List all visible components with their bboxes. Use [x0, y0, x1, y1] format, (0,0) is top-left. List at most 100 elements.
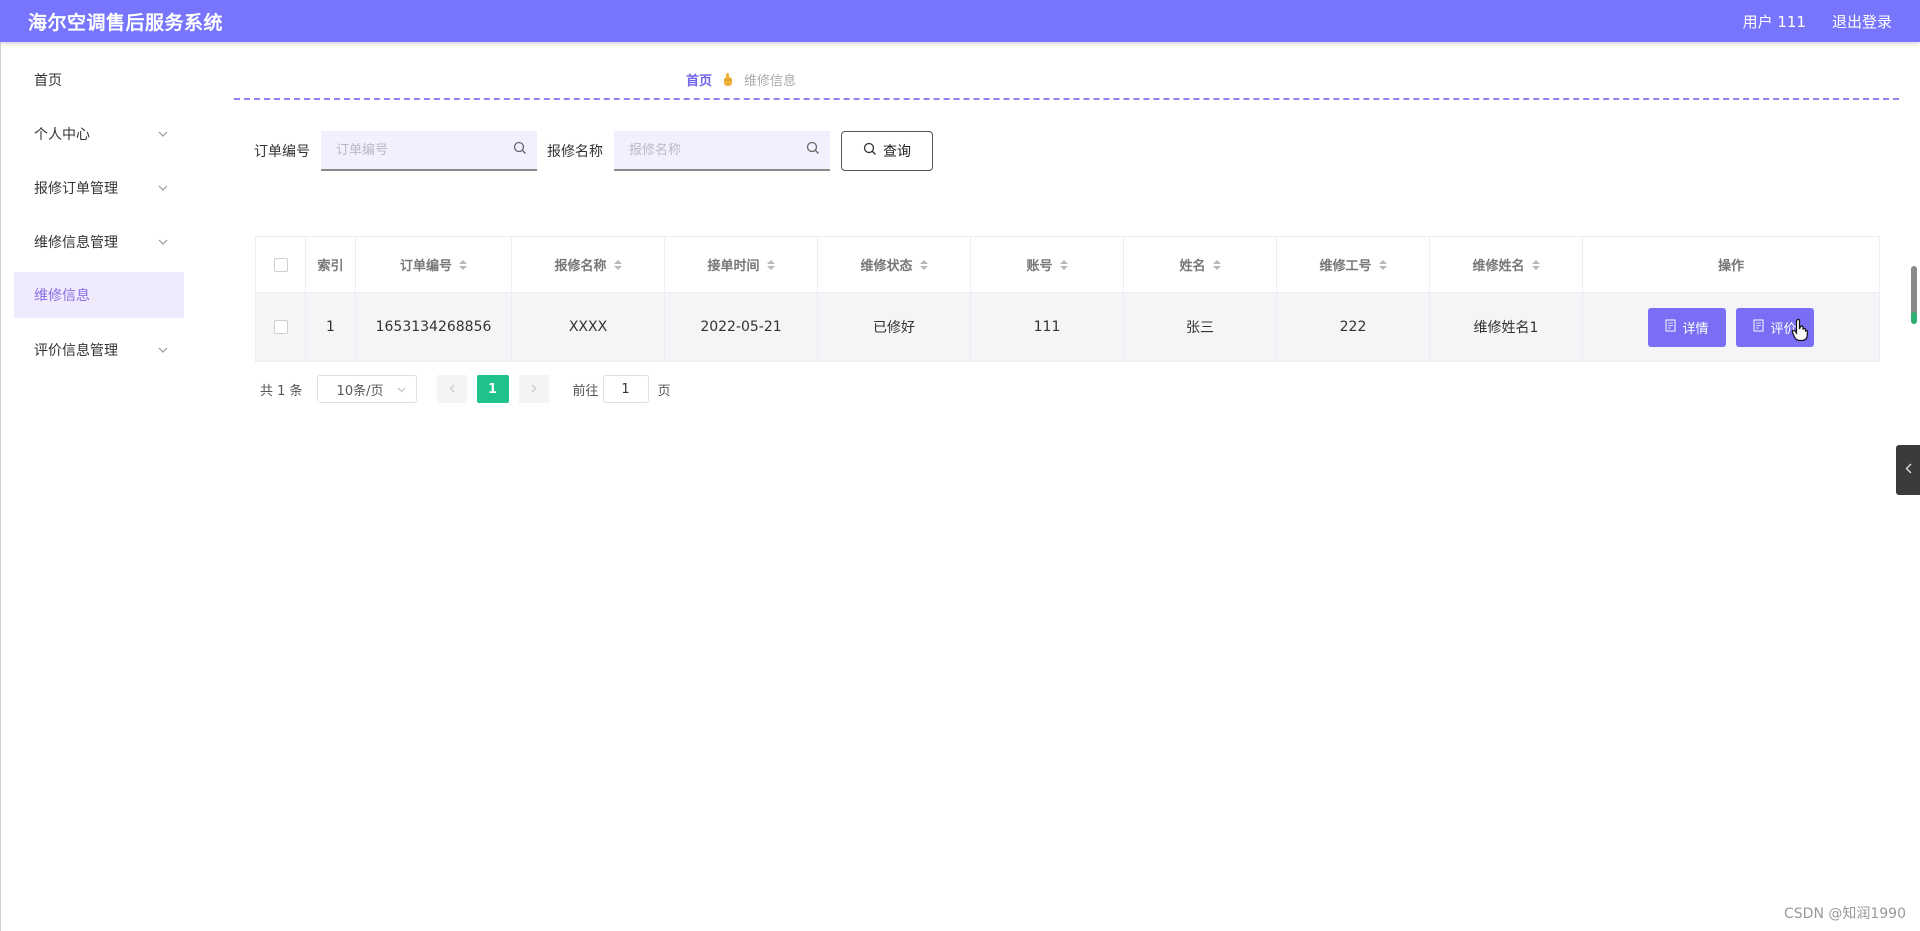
- column-header-label: 操作: [1717, 259, 1744, 274]
- column-header-status[interactable]: 维修状态: [818, 237, 971, 292]
- sidebar-item-repair-info-management[interactable]: 维修信息管理: [14, 220, 184, 264]
- query-button[interactable]: 查询: [841, 131, 933, 171]
- sidebar-item-repair-orders[interactable]: 报修订单管理: [14, 166, 184, 210]
- chevron-right-icon: [531, 382, 537, 397]
- sort-icon[interactable]: [613, 259, 622, 270]
- table-header: 索引 订单编号 报修名称 接单时间 维修状态 账号 姓名 维修工号 维修姓名 操…: [256, 237, 1879, 293]
- top-bar: 海尔空调售后服务系统 用户 111 退出登录: [0, 0, 1920, 42]
- logout-link[interactable]: 退出登录: [1832, 11, 1892, 32]
- page-number-current[interactable]: 1: [476, 375, 509, 403]
- chevron-down-icon: [156, 235, 170, 249]
- hand-icon: [721, 72, 735, 88]
- chevron-down-icon: [156, 181, 170, 195]
- breadcrumb: 首页 维修信息: [686, 70, 796, 89]
- column-header-accept-time[interactable]: 接单时间: [665, 237, 818, 292]
- column-header-label: 索引: [317, 259, 344, 274]
- sidebar-item-repair-info[interactable]: 维修信息: [14, 272, 184, 318]
- panel-toggle-button[interactable]: [1896, 445, 1920, 495]
- select-all-cell: [256, 237, 306, 292]
- search-icon: [806, 141, 820, 159]
- repair-name-field: [614, 131, 830, 171]
- page-size-select[interactable]: 10条/页: [316, 375, 417, 403]
- sidebar-item-label: 报修订单管理: [34, 181, 118, 197]
- breadcrumb-home[interactable]: 首页: [686, 70, 712, 89]
- document-icon: [1665, 319, 1676, 336]
- chevron-left-icon: [1905, 462, 1912, 478]
- goto-label: 前往: [572, 383, 599, 399]
- cell-order-no: 1653134268856: [356, 293, 512, 361]
- cell-accept-time: 2022-05-21: [665, 293, 818, 361]
- chevron-left-icon: [449, 382, 455, 397]
- column-header-label: 账号: [1026, 259, 1053, 274]
- sidebar-item-home[interactable]: 首页: [14, 58, 184, 102]
- detail-button-label: 详情: [1682, 321, 1709, 337]
- column-header-worker-name[interactable]: 维修姓名: [1430, 237, 1583, 292]
- query-button-label: 查询: [883, 144, 911, 160]
- sort-icon[interactable]: [1059, 259, 1068, 270]
- repair-info-table: 索引 订单编号 报修名称 接单时间 维修状态 账号 姓名 维修工号 维修姓名 操…: [255, 236, 1880, 362]
- order-no-label: 订单编号: [254, 144, 310, 160]
- sidebar: 首页 个人中心 报修订单管理 维修信息管理 维修信息 评价信息管理: [14, 58, 184, 382]
- sidebar-item-label: 评价信息管理: [34, 343, 118, 359]
- cell-name: 张三: [1124, 293, 1277, 361]
- sort-icon[interactable]: [1212, 259, 1221, 270]
- detail-button[interactable]: 详情: [1648, 307, 1726, 347]
- column-header-label: 维修姓名: [1472, 259, 1525, 274]
- sidebar-item-label: 首页: [34, 73, 62, 89]
- column-header-index: 索引: [306, 237, 356, 292]
- prev-page-button[interactable]: [436, 375, 467, 403]
- column-header-repair-name[interactable]: 报修名称: [512, 237, 665, 292]
- cell-worker-name: 维修姓名1: [1430, 293, 1583, 361]
- select-all-checkbox[interactable]: [273, 257, 288, 272]
- column-header-actions: 操作: [1583, 237, 1879, 292]
- top-right-area: 用户 111 退出登录: [1743, 11, 1892, 32]
- repair-name-label: 报修名称: [547, 144, 603, 160]
- chevron-down-icon: [156, 127, 170, 141]
- search-icon: [863, 142, 877, 160]
- sort-icon[interactable]: [459, 259, 467, 270]
- chevron-down-icon: [156, 343, 170, 357]
- repair-name-input[interactable]: [629, 142, 789, 158]
- column-header-label: 订单编号: [399, 259, 452, 274]
- scrollbar-indicator: [1911, 312, 1917, 324]
- cell-index: 1: [306, 293, 356, 361]
- cell-worker-no: 222: [1277, 293, 1430, 361]
- page-suffix: 页: [657, 383, 671, 399]
- column-header-account[interactable]: 账号: [971, 237, 1124, 292]
- breadcrumb-divider: [234, 98, 1899, 100]
- sort-icon[interactable]: [766, 259, 775, 270]
- search-icon: [513, 141, 527, 159]
- column-header-order-no[interactable]: 订单编号: [356, 237, 512, 292]
- cell-account: 111: [971, 293, 1124, 361]
- document-icon: [1753, 319, 1764, 336]
- page-size-value: 10条/页: [336, 383, 384, 399]
- column-header-label: 姓名: [1179, 259, 1206, 274]
- order-no-input[interactable]: [336, 142, 496, 158]
- order-no-field: [321, 131, 537, 171]
- row-checkbox[interactable]: [273, 320, 288, 334]
- column-header-worker-no[interactable]: 维修工号: [1277, 237, 1430, 292]
- sort-icon[interactable]: [1378, 259, 1387, 270]
- sidebar-item-personal-center[interactable]: 个人中心: [14, 112, 184, 156]
- cell-repair-name: XXXX: [512, 293, 665, 361]
- column-header-name[interactable]: 姓名: [1124, 237, 1277, 292]
- left-edge-divider: [0, 42, 1, 931]
- pagination-total: 共 1 条: [260, 383, 303, 399]
- cell-status: 已修好: [818, 293, 971, 361]
- search-bar: 订单编号 报修名称 查询: [254, 130, 933, 172]
- column-header-label: 接单时间: [707, 259, 760, 274]
- sidebar-item-label: 维修信息管理: [34, 235, 118, 251]
- goto-page-input[interactable]: 1: [602, 375, 649, 403]
- column-header-label: 维修工号: [1319, 259, 1372, 274]
- chevron-down-icon: [397, 382, 406, 397]
- breadcrumb-current: 维修信息: [744, 74, 797, 89]
- sort-icon[interactable]: [919, 259, 928, 270]
- sort-icon[interactable]: [1531, 259, 1540, 270]
- next-page-button[interactable]: [518, 375, 549, 403]
- sidebar-item-label: 维修信息: [34, 288, 90, 304]
- watermark: CSDN @知润1990: [1784, 906, 1906, 922]
- cell-actions: 详情 评价: [1583, 293, 1879, 361]
- hand-pointer-icon: [1790, 318, 1810, 342]
- sidebar-item-evaluation-management[interactable]: 评价信息管理: [14, 328, 184, 372]
- sidebar-item-label: 个人中心: [34, 127, 90, 143]
